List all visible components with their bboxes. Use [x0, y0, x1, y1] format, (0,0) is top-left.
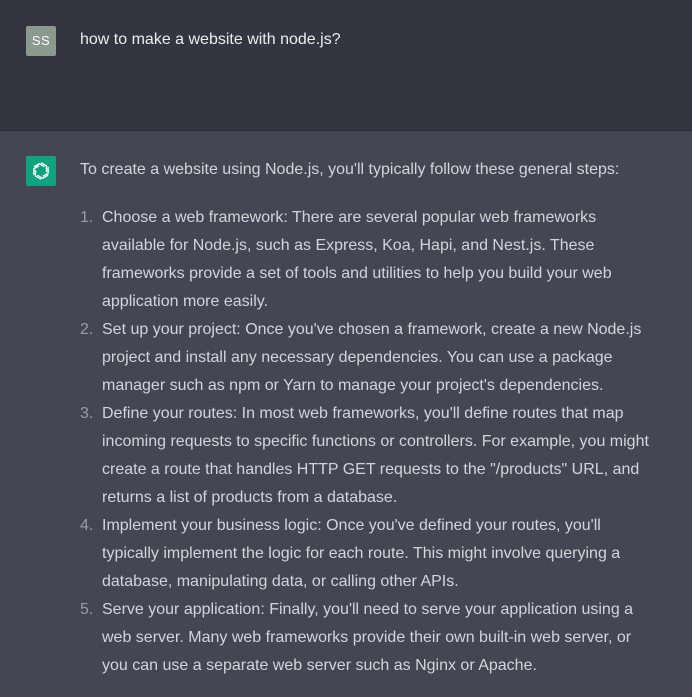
list-item: 5. Serve your application: Finally, you'… — [80, 596, 650, 680]
steps-list: 1. Choose a web framework: There are sev… — [80, 204, 650, 680]
user-message: SS how to make a website with node.js? — [0, 0, 692, 131]
assistant-message: To create a website using Node.js, you'l… — [0, 131, 692, 697]
list-item: 3. Define your routes: In most web frame… — [80, 400, 650, 512]
user-message-text: how to make a website with node.js? — [80, 31, 341, 48]
list-item: 1. Choose a web framework: There are sev… — [80, 204, 650, 316]
list-item-text: Define your routes: In most web framewor… — [102, 405, 649, 506]
list-item-text: Choose a web framework: There are severa… — [102, 209, 612, 310]
list-item-text: Serve your application: Finally, you'll … — [102, 601, 634, 674]
list-item-text: Implement your business logic: Once you'… — [102, 517, 621, 590]
list-item-number: 5. — [80, 601, 94, 618]
list-item-number: 4. — [80, 517, 94, 534]
list-item-text: Set up your project: Once you've chosen … — [102, 321, 642, 394]
list-item: 4. Implement your business logic: Once y… — [80, 512, 650, 596]
list-item-number: 3. — [80, 405, 94, 422]
list-item-number: 2. — [80, 321, 94, 338]
openai-logo-icon — [26, 156, 56, 186]
user-avatar: SS — [26, 26, 56, 56]
list-item-number: 1. — [80, 209, 94, 226]
list-item: 2. Set up your project: Once you've chos… — [80, 316, 650, 400]
assistant-intro: To create a website using Node.js, you'l… — [80, 161, 620, 178]
